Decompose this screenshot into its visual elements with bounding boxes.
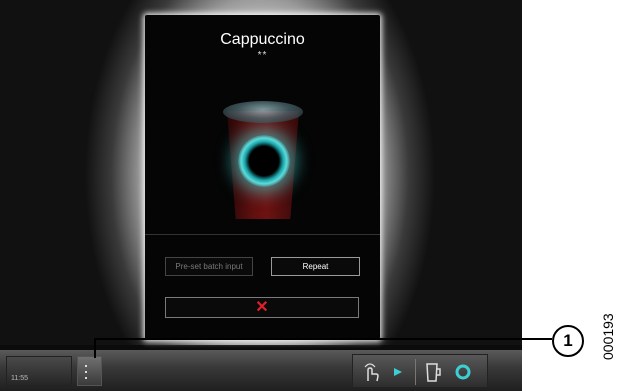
menu-handle[interactable] <box>77 356 102 386</box>
close-icon: ✕ <box>255 299 269 316</box>
tray-separator <box>415 359 416 385</box>
callout-number: 1 <box>552 325 584 357</box>
beverage-strength: ** <box>257 50 268 61</box>
callout-pointer <box>94 338 96 358</box>
beverage-dialog: Cappuccino ** Pre-set batch input Repeat… <box>145 15 380 340</box>
beverage-title: Cappuccino <box>220 31 305 48</box>
document-number: 000193 <box>600 313 616 360</box>
grip-dot <box>85 371 87 373</box>
clock-panel[interactable]: 11:55 <box>6 356 72 386</box>
cup-lid <box>223 101 303 123</box>
callout-leader-line <box>96 338 552 340</box>
divider <box>145 234 380 235</box>
preset-batch-input-button[interactable]: Pre-set batch input <box>165 257 253 276</box>
grip-dot <box>85 365 87 367</box>
hand-touch-icon[interactable] <box>361 361 381 383</box>
clock-time: 11:55 <box>11 375 28 382</box>
grip-dot <box>85 377 87 379</box>
status-tray <box>352 354 488 388</box>
cup-outline-icon[interactable] <box>423 361 443 383</box>
cup-icon <box>205 95 320 230</box>
machine-display: Cappuccino ** Pre-set batch input Repeat… <box>0 0 522 391</box>
ring-icon <box>455 364 471 380</box>
play-arrow-icon <box>394 368 402 376</box>
cancel-button[interactable]: ✕ <box>165 297 359 318</box>
taskbar: 11:55 <box>0 350 522 391</box>
repeat-button[interactable]: Repeat <box>271 257 360 276</box>
brewing-progress-ring-icon <box>238 135 290 187</box>
